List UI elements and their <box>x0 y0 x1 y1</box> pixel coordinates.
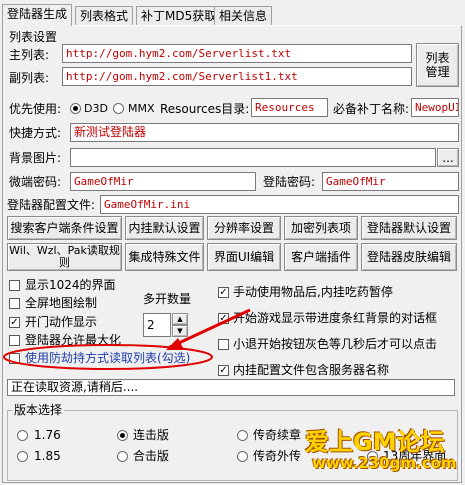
main-list-input[interactable]: http://gom.hym2.com/Serverlist.txt <box>62 44 412 63</box>
tab-bar: 登陆器生成 列表格式 补丁MD5获取 相关信息 <box>2 4 463 26</box>
annotation-overlay <box>3 308 251 370</box>
version-176-radio[interactable] <box>17 430 28 441</box>
integrate-special-files-button[interactable]: 集成特殊文件 <box>125 243 204 271</box>
show-1024-label: 显示1024的界面 <box>25 278 116 292</box>
shortcut-input[interactable]: 新测试登陆器 <box>70 123 459 142</box>
shortcut-label: 快捷方式: <box>9 126 62 140</box>
tab-patch-md5[interactable]: 补丁MD5获取 <box>136 6 222 25</box>
sub-list-label: 副列表: <box>9 71 50 85</box>
radio-dot <box>73 106 78 111</box>
tab-list-format[interactable]: 列表格式 <box>75 6 134 25</box>
background-label: 背景图片: <box>9 151 62 165</box>
launcher-default-settings-button[interactable]: 登陆器默认设置 <box>361 216 457 240</box>
version-joint-label: 合击版 <box>133 449 170 463</box>
mmx-label: MMX <box>128 102 155 115</box>
login-password-input[interactable]: GameOfMir <box>322 172 459 191</box>
micro-password-input[interactable]: GameOfMir <box>70 172 256 191</box>
version-sequel-radio[interactable] <box>237 430 248 441</box>
version-185-label: 1.85 <box>34 449 61 463</box>
d3d-radio[interactable] <box>70 103 81 114</box>
list-manage-button[interactable]: 列表管理 <box>416 43 459 87</box>
micro-password-label: 微端密码: <box>9 175 62 189</box>
sub-list-input[interactable]: http://gom.hym2.com/Serverlist1.txt <box>62 67 412 86</box>
config-file-label: 登陆器配置文件: <box>7 198 96 212</box>
annotation-arrow-line <box>167 308 251 350</box>
version-combo-radio[interactable] <box>117 430 128 441</box>
patch-name-label: 必备补丁名称: <box>333 102 410 116</box>
login-password-label: 登陆密码: <box>263 175 316 189</box>
version-sequel-label: 传奇续章 <box>253 428 302 442</box>
encrypt-list-button[interactable]: 加密列表项 <box>284 216 358 240</box>
list-settings-title: 列表设置 <box>9 30 58 44</box>
background-input[interactable] <box>70 148 436 167</box>
d3d-label: D3D <box>84 102 108 115</box>
pause-potion-label: 手动使用物品后,内挂吃药暂停 <box>233 285 393 299</box>
annotation-arrow-head <box>166 338 184 350</box>
wil-read-rules-button[interactable]: Wil、Wzl、Pak读取规则 <box>7 243 122 271</box>
radio-dot <box>120 433 125 438</box>
version-combo-label: 连击版 <box>133 428 170 442</box>
main-list-label: 主列表: <box>9 48 50 62</box>
resources-input[interactable]: Resources <box>251 98 328 117</box>
resources-label: Resources目录: <box>160 102 250 116</box>
version-185-radio[interactable] <box>17 451 28 462</box>
tab-related-info[interactable]: 相关信息 <box>214 6 273 25</box>
tab-launcher-generate[interactable]: 登陆器生成 <box>2 4 73 26</box>
browse-button[interactable]: ... <box>437 148 459 167</box>
status-field: 正在读取资源,请稍后.... <box>7 379 455 396</box>
progress-dialog-label: 开始游戏显示带进度条红背景的对话框 <box>233 311 438 325</box>
watermark-url: www.230gm.com <box>312 454 457 472</box>
watermark-title: 爱上GM论坛 <box>305 428 445 456</box>
gray-start-button-label: 小退开始按钮灰色等几秒后才可以点击 <box>233 337 438 351</box>
ui-edit-button[interactable]: 界面UI编辑 <box>207 243 281 271</box>
launcher-skin-edit-button[interactable]: 登陆器皮肤编辑 <box>361 243 457 271</box>
config-file-input[interactable]: GameOfMir.ini <box>100 195 459 214</box>
mmx-radio[interactable] <box>113 103 124 114</box>
version-176-label: 1.76 <box>34 428 61 442</box>
show-1024-checkbox[interactable] <box>9 280 20 291</box>
client-plugins-button[interactable]: 客户端插件 <box>284 243 358 271</box>
version-legend-label: 传奇外传 <box>253 449 302 463</box>
version-joint-radio[interactable] <box>117 451 128 462</box>
version-legend-radio[interactable] <box>237 451 248 462</box>
patch-name-input[interactable]: NewopUI <box>411 98 459 117</box>
version-title: 版本选择 <box>12 403 65 417</box>
client-search-settings-button[interactable]: 搜索客户端条件设置 <box>7 216 122 240</box>
priority-label: 优先使用: <box>9 102 62 116</box>
resolution-settings-button[interactable]: 分辨率设置 <box>207 216 281 240</box>
pause-potion-checkbox[interactable]: ✓ <box>218 287 229 298</box>
plugin-default-settings-button[interactable]: 内挂默认设置 <box>125 216 204 240</box>
